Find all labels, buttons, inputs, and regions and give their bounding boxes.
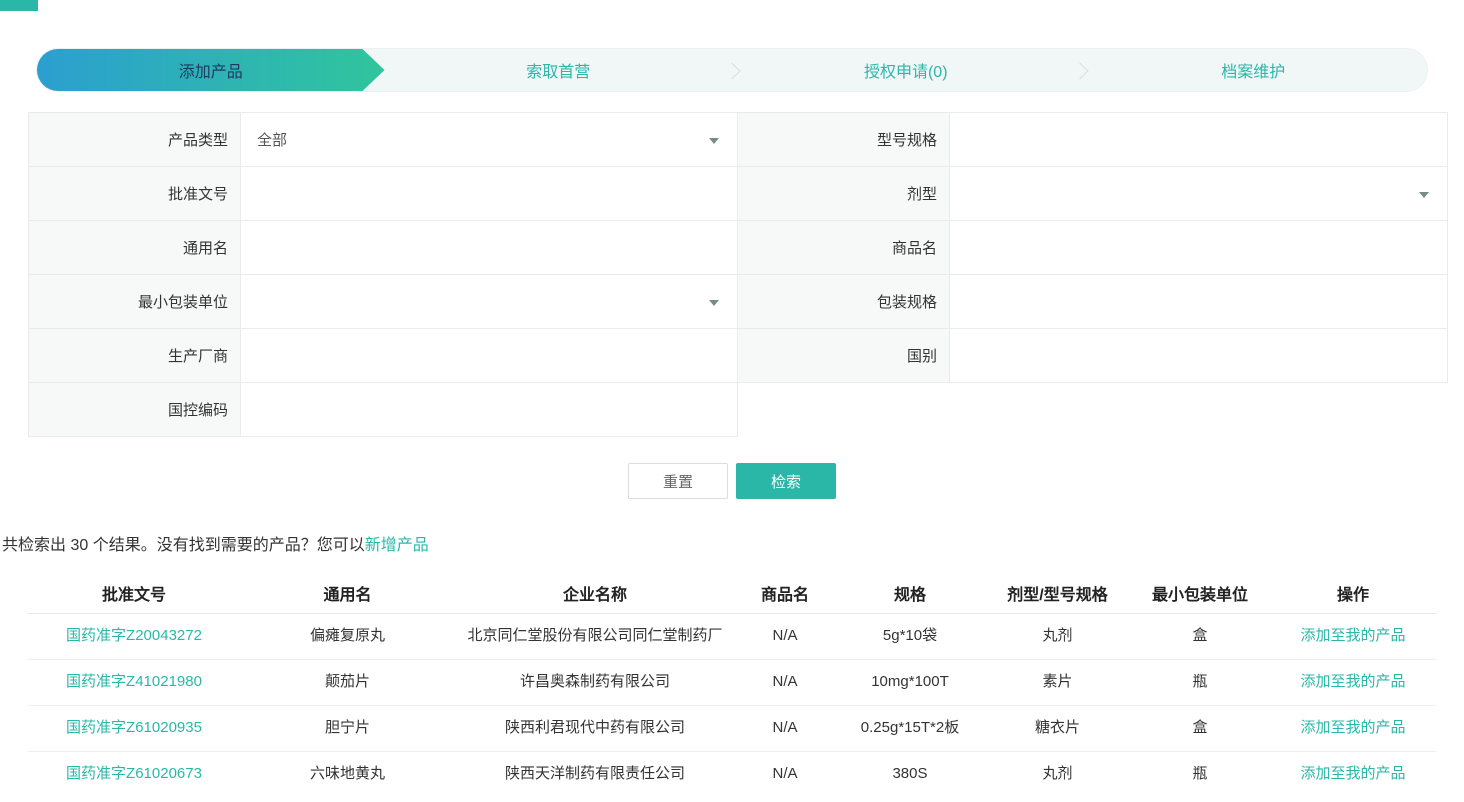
results-summary: 共检索出 30 个结果。没有找到需要的产品？您可以新增产品 bbox=[2, 531, 1464, 555]
add-to-my-products-link[interactable]: 添加至我的产品 bbox=[1300, 673, 1405, 690]
manufacturer-cell bbox=[241, 329, 738, 383]
min-package-unit-cell: 瓶 bbox=[1130, 659, 1270, 705]
results-summary-text: 共检索出 30 个结果。没有找到需要的产品？您可以 bbox=[2, 537, 365, 554]
header-company-name: 企业名称 bbox=[455, 573, 735, 613]
state-control-code-input[interactable] bbox=[257, 401, 721, 418]
chevron-down-icon bbox=[709, 138, 719, 144]
min-package-unit-cell: 盒 bbox=[1130, 705, 1270, 751]
approval-number-link[interactable]: 国药准字Z61020673 bbox=[66, 765, 202, 782]
approval-number-cell bbox=[241, 167, 738, 221]
package-spec-cell bbox=[950, 275, 1448, 329]
brand-name-cell: N/A bbox=[735, 659, 835, 705]
country-label: 国别 bbox=[738, 329, 950, 383]
package-spec-label: 包装规格 bbox=[738, 275, 950, 329]
tab-archive-maintenance[interactable]: 档案维护 bbox=[1080, 49, 1428, 91]
state-control-code-cell bbox=[241, 383, 738, 437]
spec-cell: 380S bbox=[835, 751, 985, 797]
header-operation: 操作 bbox=[1270, 573, 1436, 613]
dosage-form-cell: 丸剂 bbox=[985, 751, 1130, 797]
dosage-form-cell: 糖衣片 bbox=[985, 705, 1130, 751]
brand-name-cell: N/A bbox=[735, 613, 835, 659]
brand-name-label: 商品名 bbox=[738, 221, 950, 275]
approval-number-link[interactable]: 国药准字Z41021980 bbox=[66, 673, 202, 690]
brand-name-cell: N/A bbox=[735, 751, 835, 797]
tab-label: 索取首营 bbox=[526, 58, 590, 82]
tab-label: 授权申请(0) bbox=[864, 58, 948, 82]
country-cell bbox=[950, 329, 1448, 383]
dosage-form-select[interactable] bbox=[950, 167, 1448, 221]
dosage-form-label: 剂型 bbox=[738, 167, 950, 221]
reset-button[interactable]: 重置 bbox=[628, 463, 728, 499]
header-brand-name: 商品名 bbox=[735, 573, 835, 613]
header-dosage-form: 剂型/型号规格 bbox=[985, 573, 1130, 613]
company-name-cell: 北京同仁堂股份有限公司同仁堂制药厂 bbox=[455, 613, 735, 659]
model-spec-label: 型号规格 bbox=[738, 113, 950, 167]
product-type-select[interactable]: 全部 bbox=[241, 113, 738, 167]
chevron-down-icon bbox=[1419, 192, 1429, 198]
package-spec-input[interactable] bbox=[966, 293, 1431, 310]
header-generic-name: 通用名 bbox=[240, 573, 455, 613]
form-right-column: 型号规格 剂型 商品名 包装规格 国别 bbox=[738, 112, 1448, 437]
table-header-row: 批准文号 通用名 企业名称 商品名 规格 剂型/型号规格 最小包装单位 操作 bbox=[28, 573, 1436, 613]
add-new-product-link[interactable]: 新增产品 bbox=[365, 537, 429, 554]
generic-name-input[interactable] bbox=[257, 239, 721, 256]
table-row: 国药准字Z41021980 颠茄片 许昌奥森制药有限公司 N/A 10mg*10… bbox=[28, 659, 1436, 705]
generic-name-cell bbox=[241, 221, 738, 275]
manufacturer-label: 生产厂商 bbox=[29, 329, 241, 383]
chevron-down-icon bbox=[709, 300, 719, 306]
approval-number-link[interactable]: 国药准字Z61020935 bbox=[66, 719, 202, 736]
generic-name-cell: 颠茄片 bbox=[240, 659, 455, 705]
tab-request-first-sale[interactable]: 索取首营 bbox=[385, 49, 733, 91]
header-approval-number: 批准文号 bbox=[28, 573, 240, 613]
tab-authorization-request[interactable]: 授权申请(0) bbox=[732, 49, 1080, 91]
generic-name-cell: 胆宁片 bbox=[240, 705, 455, 751]
add-to-my-products-link[interactable]: 添加至我的产品 bbox=[1300, 765, 1405, 782]
manufacturer-input[interactable] bbox=[257, 347, 721, 364]
search-form: 产品类型 全部 批准文号 通用名 最小包装单位 生产厂商 国控编码 型号规格 bbox=[28, 112, 1448, 437]
spec-cell: 5g*10袋 bbox=[835, 613, 985, 659]
table-row: 国药准字Z61020673 六味地黄丸 陕西天洋制药有限责任公司 N/A 380… bbox=[28, 751, 1436, 797]
brand-name-cell bbox=[950, 221, 1448, 275]
product-type-label: 产品类型 bbox=[29, 113, 241, 167]
add-to-my-products-link[interactable]: 添加至我的产品 bbox=[1300, 719, 1405, 736]
generic-name-label: 通用名 bbox=[29, 221, 241, 275]
state-control-code-label: 国控编码 bbox=[29, 383, 241, 437]
header-min-package-unit: 最小包装单位 bbox=[1130, 573, 1270, 613]
model-spec-cell bbox=[950, 113, 1448, 167]
header-spec: 规格 bbox=[835, 573, 985, 613]
model-spec-input[interactable] bbox=[966, 131, 1431, 148]
spec-cell: 10mg*100T bbox=[835, 659, 985, 705]
brand-name-input[interactable] bbox=[966, 239, 1431, 256]
tab-label: 档案维护 bbox=[1221, 58, 1285, 82]
search-button[interactable]: 检索 bbox=[736, 463, 836, 499]
approval-number-input[interactable] bbox=[257, 185, 721, 202]
approval-number-link[interactable]: 国药准字Z20043272 bbox=[66, 627, 202, 644]
wizard-stepper: 添加产品 索取首营 授权申请(0) 档案维护 bbox=[36, 48, 1428, 92]
min-package-unit-label: 最小包装单位 bbox=[29, 275, 241, 329]
top-left-accent bbox=[0, 0, 38, 11]
dosage-form-cell: 丸剂 bbox=[985, 613, 1130, 659]
company-name-cell: 陕西利君现代中药有限公司 bbox=[455, 705, 735, 751]
company-name-cell: 陕西天洋制药有限责任公司 bbox=[455, 751, 735, 797]
form-actions: 重置 检索 bbox=[0, 463, 1464, 499]
table-row: 国药准字Z61020935 胆宁片 陕西利君现代中药有限公司 N/A 0.25g… bbox=[28, 705, 1436, 751]
generic-name-cell: 偏瘫复原丸 bbox=[240, 613, 455, 659]
min-package-unit-cell: 盒 bbox=[1130, 613, 1270, 659]
add-to-my-products-link[interactable]: 添加至我的产品 bbox=[1300, 627, 1405, 644]
approval-number-label: 批准文号 bbox=[29, 167, 241, 221]
results-table: 批准文号 通用名 企业名称 商品名 规格 剂型/型号规格 最小包装单位 操作 国… bbox=[28, 573, 1436, 797]
dosage-form-cell: 素片 bbox=[985, 659, 1130, 705]
generic-name-cell: 六味地黄丸 bbox=[240, 751, 455, 797]
tab-add-product[interactable]: 添加产品 bbox=[37, 49, 385, 91]
tab-label: 添加产品 bbox=[179, 58, 243, 82]
spec-cell: 0.25g*15T*2板 bbox=[835, 705, 985, 751]
table-row: 国药准字Z20043272 偏瘫复原丸 北京同仁堂股份有限公司同仁堂制药厂 N/… bbox=[28, 613, 1436, 659]
form-left-column: 产品类型 全部 批准文号 通用名 最小包装单位 生产厂商 国控编码 bbox=[28, 112, 738, 437]
product-type-value: 全部 bbox=[257, 129, 287, 150]
brand-name-cell: N/A bbox=[735, 705, 835, 751]
company-name-cell: 许昌奥森制药有限公司 bbox=[455, 659, 735, 705]
country-input[interactable] bbox=[966, 347, 1431, 364]
min-package-unit-select[interactable] bbox=[241, 275, 738, 329]
min-package-unit-cell: 瓶 bbox=[1130, 751, 1270, 797]
